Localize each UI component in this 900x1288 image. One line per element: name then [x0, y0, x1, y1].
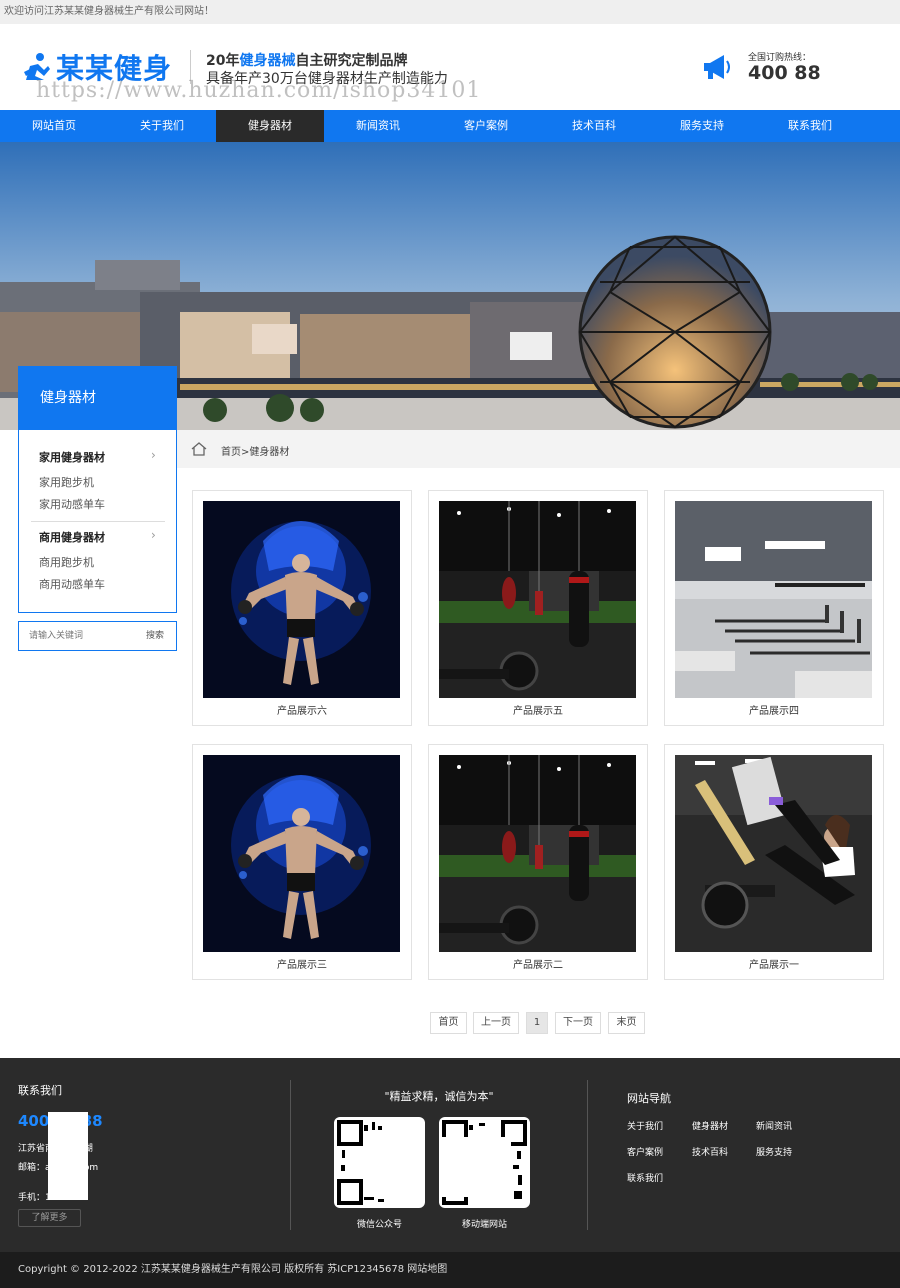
search-button[interactable]: 搜索	[135, 622, 175, 650]
mobile-site-qr-code	[439, 1117, 530, 1208]
copyright-bar: Copyright © 2012-2022 江苏某某健身器械生产有限公司 版权所…	[0, 1252, 900, 1288]
prev-page-button[interactable]: 上一页	[473, 1012, 519, 1034]
welcome-bar: 欢迎访问江苏某某健身器械生产有限公司网站！	[0, 0, 900, 24]
footer-link-products[interactable]: 健身器材	[692, 1119, 728, 1132]
footer-divider	[587, 1080, 588, 1230]
product-name[interactable]: 产品展示五	[429, 702, 647, 717]
subcategory-commercial-spin-bike[interactable]: 商用动感单车	[39, 576, 105, 592]
product-card[interactable]: 产品展示六	[192, 490, 412, 726]
subcategory-home-spin-bike[interactable]: 家用动感单车	[39, 496, 105, 512]
nav-item[interactable]: 关于我们	[108, 110, 216, 142]
first-page-button[interactable]: 首页	[430, 1012, 467, 1034]
nav-item[interactable]: 联系我们	[756, 110, 864, 142]
category-commercial-fitness[interactable]: 商用健身器材	[39, 529, 105, 545]
welcome-text: 欢迎访问江苏某某健身器械生产有限公司网站！	[4, 6, 214, 17]
chevron-right-icon: ›	[151, 448, 156, 462]
product-image-leg-press-woman[interactable]	[675, 755, 872, 952]
product-name[interactable]: 产品展示六	[193, 702, 411, 717]
nav-item[interactable]: 网站首页	[0, 110, 108, 142]
nav-item[interactable]: 客户案例	[432, 110, 540, 142]
nav-item[interactable]: 服务支持	[648, 110, 756, 142]
site-header: 某某健身 20年健身器械自主研究定制品牌 具备年产30万台健身器材生产制造能力 …	[0, 24, 900, 110]
subcategory-commercial-treadmill[interactable]: 商用跑步机	[39, 554, 94, 570]
site-footer: 联系我们 400- 3888 江苏省南 区玄武湖 邮箱：a dmin.com 手…	[0, 1058, 900, 1252]
product-name[interactable]: 产品展示二	[429, 956, 647, 971]
product-image-fighter[interactable]	[203, 501, 400, 698]
next-page-button[interactable]: 下一页	[555, 1012, 601, 1034]
footer-nav-title: 网站导航	[627, 1092, 671, 1105]
product-card[interactable]: 产品展示四	[664, 490, 884, 726]
wechat-qr-code	[334, 1117, 425, 1208]
slogan-suffix: 自主研究定制品牌	[295, 53, 408, 69]
footer-link-contact[interactable]: 联系我们	[627, 1171, 663, 1184]
nav-item[interactable]: 新闻资讯	[324, 110, 432, 142]
hotline-number: 400 88	[748, 62, 821, 84]
footer-link-about[interactable]: 关于我们	[627, 1119, 663, 1132]
category-divider	[31, 521, 165, 522]
search-input[interactable]	[20, 623, 130, 649]
current-page[interactable]: 1	[526, 1012, 548, 1034]
product-card[interactable]: 产品展示二	[428, 744, 648, 980]
home-icon[interactable]	[191, 442, 207, 456]
slogan-highlight: 健身器械	[239, 53, 296, 69]
megaphone-icon	[704, 55, 730, 79]
product-name[interactable]: 产品展示一	[665, 956, 883, 971]
redaction-block	[48, 1112, 88, 1200]
product-card[interactable]: 产品展示三	[192, 744, 412, 980]
footer-link-news[interactable]: 新闻资讯	[756, 1119, 792, 1132]
footer-link-service[interactable]: 服务支持	[756, 1145, 792, 1158]
wechat-qr-label: 微信公众号	[356, 1220, 402, 1230]
footer-link-tech[interactable]: 技术百科	[692, 1145, 728, 1158]
nav-item[interactable]: 健身器材	[216, 110, 324, 142]
learn-more-button[interactable]: 了解更多	[18, 1209, 81, 1227]
footer-quote: "精益求精，诚信为本"	[384, 1090, 494, 1103]
product-image-fighter[interactable]	[203, 755, 400, 952]
main-nav: 网站首页 关于我们 健身器材 新闻资讯 客户案例 技术百科 服务支持 联系我们	[0, 110, 900, 142]
footer-contact-title: 联系我们	[18, 1084, 62, 1097]
last-page-button[interactable]: 末页	[608, 1012, 645, 1034]
nav-item[interactable]: 技术百科	[540, 110, 648, 142]
category-home-fitness[interactable]: 家用健身器材	[39, 449, 105, 465]
product-image-boxing-gym[interactable]	[439, 501, 636, 698]
mobile-qr-label: 移动端网站	[461, 1220, 507, 1230]
product-name[interactable]: 产品展示三	[193, 956, 411, 971]
product-name[interactable]: 产品展示四	[665, 702, 883, 717]
breadcrumb-current[interactable]: 健身器材	[249, 447, 289, 458]
sidebar-search: 搜索	[18, 621, 177, 651]
category-menu: 家用健身器材 › 家用跑步机 家用动感单车 商用健身器材 › 商用跑步机 商用动…	[18, 430, 177, 613]
subcategory-home-treadmill[interactable]: 家用跑步机	[39, 474, 94, 490]
product-image-treadmills[interactable]	[675, 501, 872, 698]
sidebar-title: 健身器材	[18, 366, 177, 430]
chevron-right-icon: ›	[151, 528, 156, 542]
copyright-text: Copyright © 2012-2022 江苏某某健身器械生产有限公司 版权所…	[18, 1264, 448, 1275]
product-image-boxing-gym[interactable]	[439, 755, 636, 952]
product-card[interactable]: 产品展示一	[664, 744, 884, 980]
slogan-prefix: 20年	[206, 53, 240, 69]
product-card[interactable]: 产品展示五	[428, 490, 648, 726]
footer-link-cases[interactable]: 客户案例	[627, 1145, 663, 1158]
breadcrumb: 首页>健身器材	[177, 430, 900, 468]
watermark-text: https://www.huzhan.com/ishop34101	[36, 78, 482, 103]
breadcrumb-home[interactable]: 首页	[221, 447, 241, 458]
